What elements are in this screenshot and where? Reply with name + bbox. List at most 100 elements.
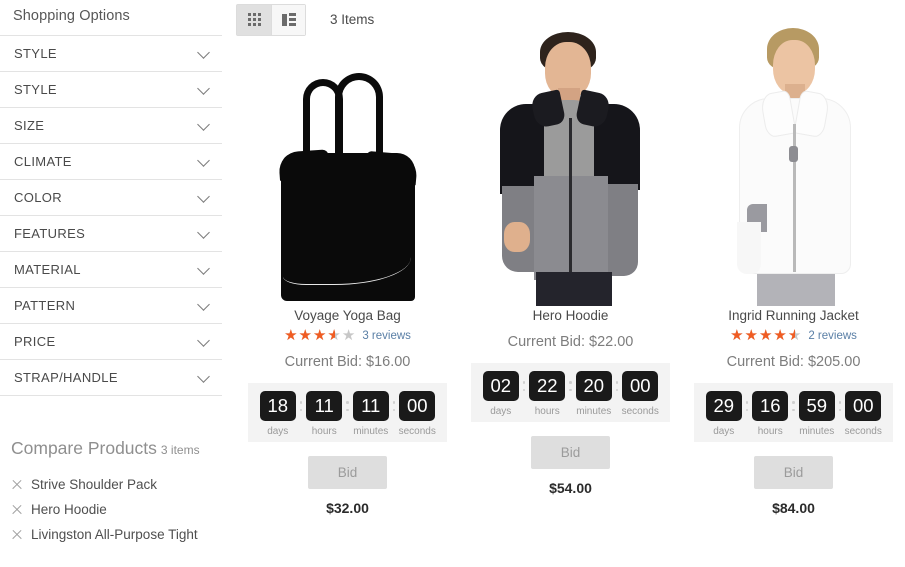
bid-button[interactable]: Bid xyxy=(530,436,611,469)
filter-item[interactable]: MATERIAL xyxy=(0,252,222,288)
filter-label: PATTERN xyxy=(14,298,76,313)
compare-products-title: Compare Products xyxy=(11,438,157,458)
bid-button[interactable]: Bid xyxy=(307,456,388,489)
page-title: Shopping Options xyxy=(13,8,130,24)
male-model-hoodie-image xyxy=(478,26,663,306)
filter-label: STYLE xyxy=(14,82,57,97)
grid-view-button[interactable] xyxy=(237,4,271,35)
product-name[interactable]: Ingrid Running Jacket xyxy=(682,308,905,323)
timer-label: minutes xyxy=(353,426,389,437)
chevron-down-icon xyxy=(197,225,210,239)
list-item: Strive Shoulder Pack xyxy=(11,472,222,497)
sidebar: Shopping Options STYLE STYLE SIZE CLIMATE CO… xyxy=(0,0,222,567)
timer-unit: 22 hours xyxy=(526,371,568,417)
timer-label: days xyxy=(490,406,512,417)
timer-unit: 16 hours xyxy=(749,391,791,437)
chevron-down-icon xyxy=(197,261,210,275)
timer-label: hours xyxy=(757,426,783,437)
timer-unit: 18 days xyxy=(257,391,299,437)
countdown-timer: 02 days 22 hours 20 minutes 00 seconds xyxy=(470,363,671,422)
close-x-icon[interactable] xyxy=(11,479,22,490)
black-tote-bag-image xyxy=(273,61,423,306)
product-image[interactable] xyxy=(682,28,905,306)
current-bid: Current Bid: $205.00 xyxy=(726,354,861,370)
star-rating-icon: ★★★★★ ★★★★★ xyxy=(730,327,803,344)
current-bid: Current Bid: $16.00 xyxy=(284,354,411,370)
filter-label: FEATURES xyxy=(14,226,86,241)
product-name[interactable]: Voyage Yoga Bag xyxy=(236,308,459,323)
filter-item[interactable]: PRICE xyxy=(0,324,222,360)
compare-products-list: Strive Shoulder Pack Hero Hoodie Livingsto… xyxy=(11,472,222,547)
chevron-down-icon xyxy=(197,81,210,95)
timer-label: seconds xyxy=(621,406,659,417)
chevron-down-icon xyxy=(197,297,210,311)
female-model-white-jacket-image xyxy=(701,26,886,306)
close-x-icon[interactable] xyxy=(11,504,22,515)
star-rating-icon: ★★★★★ ★★★★★ xyxy=(284,327,357,344)
filter-item[interactable]: STRAP/HANDLE xyxy=(0,360,222,396)
main-content: 3 Items Voyage Yoga Bag ★★★★★ ★★★ 3 revi… xyxy=(236,0,905,567)
list-item: Hero Hoodie xyxy=(11,497,222,522)
compare-products-heading: Compare Products 3 items xyxy=(11,438,222,459)
compare-item-name[interactable]: Livingston All-Purpose Tight xyxy=(31,527,198,542)
product-card[interactable]: Hero Hoodie Current Bid: $22.00 02 days 22… xyxy=(459,32,682,516)
product-price: $54.00 xyxy=(549,480,592,496)
timer-label: minutes xyxy=(576,406,612,417)
filter-item[interactable]: STYLE xyxy=(0,72,222,108)
list-item: Livingston All-Purpose Tight xyxy=(11,522,222,547)
product-image[interactable] xyxy=(459,32,682,306)
timer-label: seconds xyxy=(398,426,436,437)
filter-label: STRAP/HANDLE xyxy=(14,370,118,385)
timer-unit: 29 days xyxy=(703,391,745,437)
review-count-link[interactable]: 2 reviews xyxy=(808,330,857,342)
compare-item-name[interactable]: Strive Shoulder Pack xyxy=(31,477,157,492)
timer-value: 11 xyxy=(352,391,389,421)
timer-unit: 00 seconds xyxy=(396,391,438,437)
compare-item-name[interactable]: Hero Hoodie xyxy=(31,502,107,517)
countdown-timer: 18 days 11 hours 11 minutes 00 seconds xyxy=(247,383,448,442)
timer-value: 02 xyxy=(482,371,519,401)
timer-value: 00 xyxy=(845,391,882,421)
filter-label: COLOR xyxy=(14,190,62,205)
chevron-down-icon xyxy=(197,153,210,167)
filter-item[interactable]: PATTERN xyxy=(0,288,222,324)
list-view-button[interactable] xyxy=(271,4,305,35)
timer-unit: 00 seconds xyxy=(619,371,661,417)
timer-value: 00 xyxy=(622,371,659,401)
filter-list: STYLE STYLE SIZE CLIMATE COLOR FEATURES MATERI… xyxy=(0,35,222,396)
bid-button[interactable]: Bid xyxy=(753,456,834,489)
timer-label: minutes xyxy=(799,426,835,437)
timer-unit: 11 hours xyxy=(303,391,345,437)
timer-value: 00 xyxy=(399,391,436,421)
product-grid: Voyage Yoga Bag ★★★★★ ★★★★★ 3 reviews Cu… xyxy=(236,28,905,516)
filter-label: STYLE xyxy=(14,46,57,61)
chevron-down-icon xyxy=(197,369,210,383)
product-card[interactable]: Voyage Yoga Bag ★★★★★ ★★★★★ 3 reviews Cu… xyxy=(236,36,459,516)
review-count-link[interactable]: 3 reviews xyxy=(362,330,411,342)
timer-value: 11 xyxy=(306,391,343,421)
timer-unit: 11 minutes xyxy=(350,391,392,437)
filter-label: PRICE xyxy=(14,334,56,349)
filter-label: SIZE xyxy=(14,118,45,133)
filter-item[interactable]: STYLE xyxy=(0,36,222,72)
timer-label: hours xyxy=(534,406,560,417)
product-image[interactable] xyxy=(236,36,459,306)
product-rating: ★★★★★ ★★★★★ 3 reviews xyxy=(236,328,459,343)
timer-unit: 00 seconds xyxy=(842,391,884,437)
countdown-timer: 29 days 16 hours 59 minutes 00 seconds xyxy=(693,383,894,442)
filter-item[interactable]: SIZE xyxy=(0,108,222,144)
close-x-icon[interactable] xyxy=(11,529,22,540)
product-card[interactable]: Ingrid Running Jacket ★★★★★ ★★★★★ 2 revi… xyxy=(682,28,905,516)
filter-item[interactable]: FEATURES xyxy=(0,216,222,252)
compare-products-block: Compare Products 3 items Strive Shoulder … xyxy=(0,438,222,547)
filter-item[interactable]: COLOR xyxy=(0,180,222,216)
product-name[interactable]: Hero Hoodie xyxy=(459,308,682,323)
timer-value: 16 xyxy=(752,391,789,421)
timer-label: seconds xyxy=(844,426,882,437)
timer-label: days xyxy=(713,426,735,437)
product-price: $84.00 xyxy=(772,500,815,516)
filter-item[interactable]: CLIMATE xyxy=(0,144,222,180)
chevron-down-icon xyxy=(197,117,210,131)
chevron-down-icon xyxy=(197,189,210,203)
view-mode-switcher xyxy=(236,3,306,36)
